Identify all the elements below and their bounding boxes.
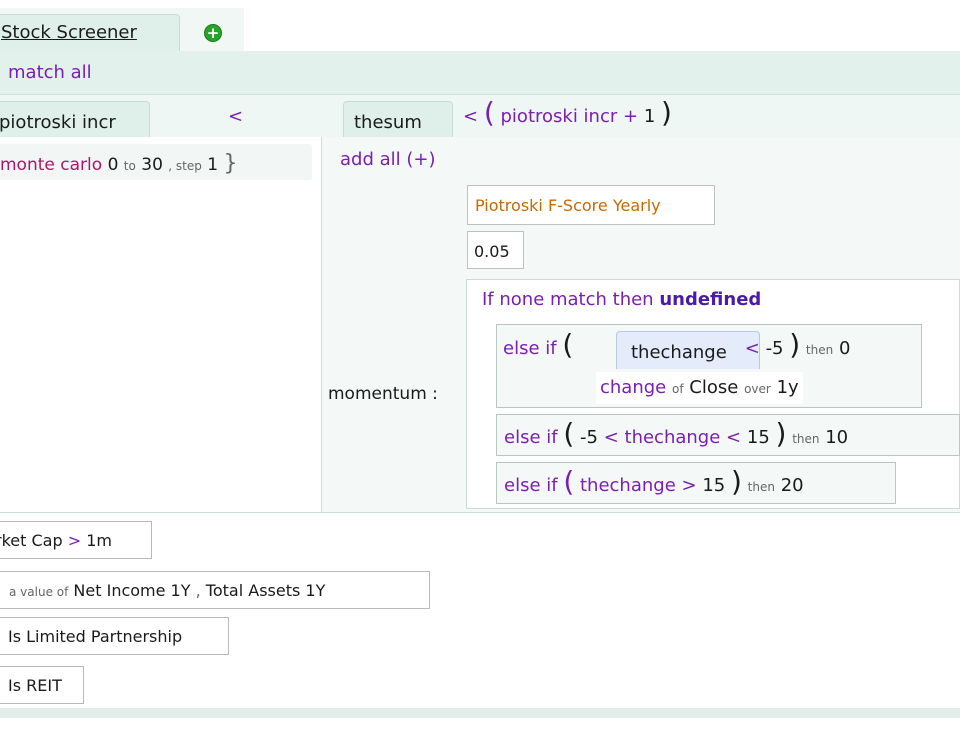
expr-variable: piotroski incr [500, 106, 618, 127]
bottom-bar [0, 708, 960, 718]
change-function: change [600, 377, 667, 398]
thesum-expression[interactable]: < ( piotroski incr + 1 ) [463, 99, 672, 128]
variable-tab-thesum[interactable]: thesum [343, 101, 453, 141]
plus-circle-icon[interactable]: + [204, 24, 222, 42]
plus-operator: + [622, 106, 639, 127]
then-value[interactable]: 0 [839, 338, 850, 359]
over-keyword: over [744, 382, 771, 396]
else-if-condition-2[interactable]: else if ( -5 < thechange < 15 ) then 10 [496, 414, 960, 456]
step-keyword: , step [168, 159, 202, 173]
tab-stock-screener[interactable]: Stock Screener [0, 14, 180, 52]
then-value[interactable]: 20 [781, 475, 804, 496]
close-paren: ) [731, 465, 742, 498]
condition-value-of[interactable]: a value of Net Income 1Y , Total Assets … [0, 571, 430, 609]
if-none-value[interactable]: undefined [659, 289, 761, 310]
expr-number: 1 [643, 106, 656, 127]
open-paren: ( [562, 328, 574, 361]
comparison-operator[interactable]: < [228, 106, 243, 127]
then-keyword: then [805, 343, 834, 357]
upper-bound[interactable]: 15 [747, 427, 770, 448]
then-value[interactable]: 10 [825, 427, 848, 448]
monte-carlo-label: monte carlo [0, 155, 103, 175]
variable-ref: thechange [624, 427, 721, 448]
lower-bound[interactable]: -5 [580, 427, 598, 448]
to-keyword: to [123, 159, 136, 173]
lt-operator: < [744, 338, 760, 359]
else-if-keyword: else if [503, 338, 557, 359]
variable-name: thesum [354, 112, 422, 133]
left-definition-panel [0, 137, 322, 512]
if-none-prefix: If none match then [482, 289, 654, 310]
momentum-label: momentum : [328, 384, 438, 404]
open-paren: ( [483, 96, 495, 129]
period-value[interactable]: 1y [777, 377, 799, 398]
field-total-assets[interactable]: Total Assets 1Y [206, 581, 326, 600]
then-keyword: then [747, 480, 775, 494]
else-if-1-expression: else if ( < -5 ) then 0 [503, 331, 850, 360]
gt-operator: > [67, 531, 82, 550]
threshold-value[interactable]: 15 [702, 475, 725, 496]
lt-operator: < [463, 106, 479, 127]
add-all-operator[interactable]: add all (+) [340, 149, 435, 170]
lt-operator: < [726, 427, 742, 448]
closing-brace: } [223, 151, 238, 176]
close-paren: ) [775, 417, 787, 450]
constant-term[interactable]: 0.05 [467, 231, 524, 269]
else-if-keyword: else if [504, 475, 558, 496]
thechange-definition[interactable]: change of Close over 1y [596, 372, 803, 404]
close-paren: ) [661, 96, 672, 129]
condition-label: Is REIT [8, 676, 62, 695]
of-keyword: of [671, 382, 684, 396]
threshold-value[interactable]: -5 [766, 338, 784, 359]
condition-market-cap[interactable]: rket Cap > 1m [0, 521, 152, 559]
if-none-header[interactable]: If none match then undefined [482, 289, 761, 310]
range-from[interactable]: 0 [108, 155, 119, 175]
field-market-cap: rket Cap [0, 531, 63, 550]
field-close[interactable]: Close [689, 377, 738, 398]
match-mode-selector[interactable]: match all [8, 62, 92, 83]
piotroski-yearly-term[interactable]: Piotroski F-Score Yearly [467, 185, 715, 225]
else-if-condition-3[interactable]: else if ( thechange > 15 ) then 20 [496, 462, 896, 504]
then-keyword: then [792, 432, 820, 446]
monte-carlo-range[interactable]: monte carlo 0 to 30 , step 1 } [0, 144, 312, 180]
close-paren: ) [789, 328, 801, 361]
gt-operator: > [681, 475, 697, 496]
condition-label: Is Limited Partnership [8, 627, 183, 646]
open-paren: ( [563, 417, 575, 450]
separator: , [195, 581, 201, 600]
value-of-prefix: a value of [9, 585, 69, 599]
variable-ref: thechange [580, 475, 676, 496]
lt-operator: < [603, 427, 619, 448]
threshold-value[interactable]: 1m [86, 531, 112, 550]
else-if-keyword: else if [504, 427, 558, 448]
variable-tab-piotroski-incr[interactable]: piotroski incr [0, 101, 150, 141]
condition-limited-partnership[interactable]: Is Limited Partnership [0, 617, 229, 655]
open-paren: ( [563, 465, 575, 498]
range-to[interactable]: 30 [141, 155, 163, 175]
variable-name: piotroski incr [0, 112, 116, 133]
range-step[interactable]: 1 [207, 155, 218, 175]
tab-stock-screener-label: Stock Screener [1, 22, 137, 43]
field-net-income[interactable]: Net Income 1Y [73, 581, 190, 600]
condition-reit[interactable]: Is REIT [0, 666, 84, 704]
match-bar [0, 51, 960, 95]
